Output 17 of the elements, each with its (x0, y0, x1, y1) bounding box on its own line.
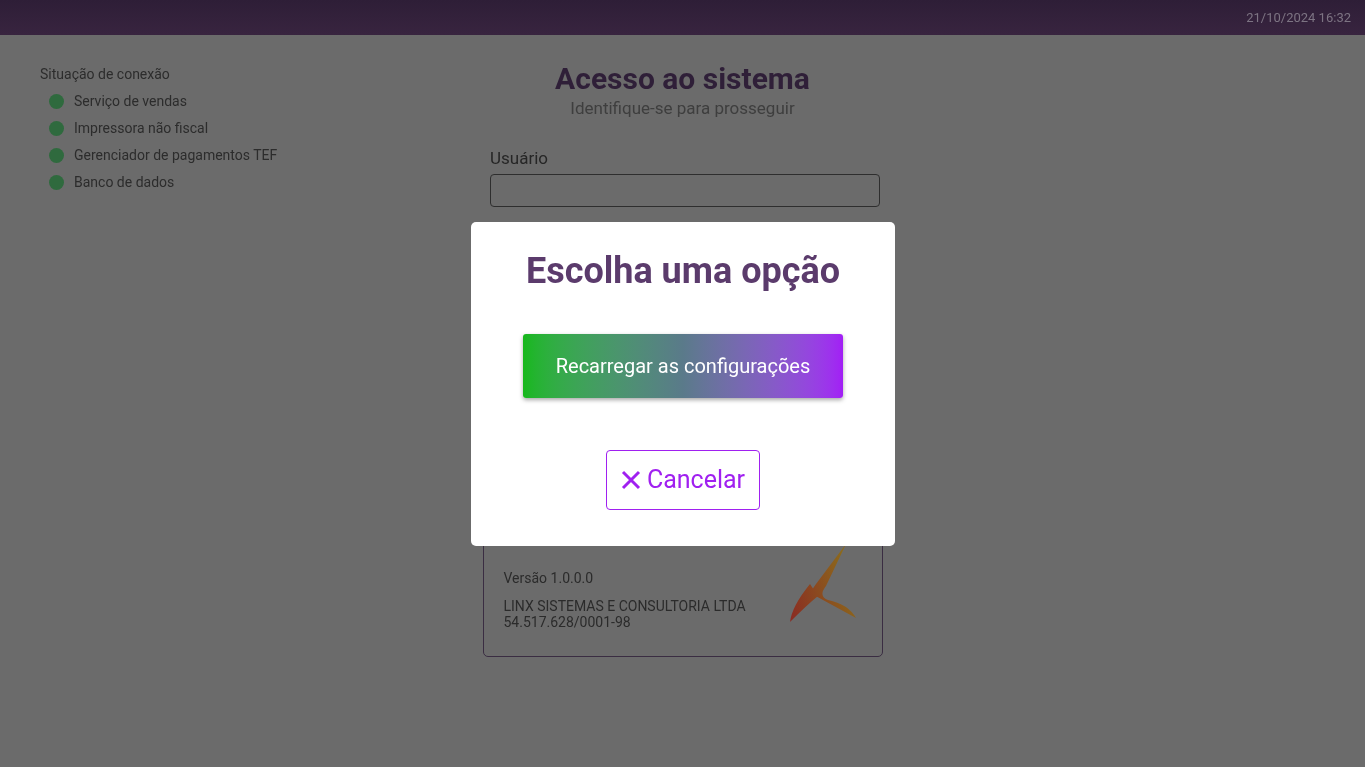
status-label: Banco de dados (74, 173, 175, 191)
user-field[interactable] (490, 174, 880, 207)
cancel-button[interactable]: Cancelar (605, 450, 761, 510)
date-time: 21/10/2024 16:32 (1246, 8, 1351, 27)
status-label: Serviço de vendas (74, 92, 187, 110)
page-title: Acesso ao sistema (555, 61, 810, 97)
reload-settings-button[interactable]: Recarregar as configurações (523, 334, 843, 398)
connection-status-title: Situação de conexão (40, 65, 171, 83)
company-name: LINX SISTEMAS E CONSULTORIA LTDA (503, 598, 746, 614)
version-text: Versão 1.0.0.0 (503, 570, 595, 586)
status-label: Gerenciador de pagamentos TEF (74, 146, 278, 164)
logo-icon (787, 544, 858, 624)
company-id: 54.517.628/0001-98 (503, 614, 632, 630)
user-label: Usuário (490, 147, 549, 169)
close-icon (620, 470, 641, 490)
status-label: Impressora não fiscal (74, 119, 209, 137)
dialog-title: Escolha uma opção (525, 250, 841, 292)
